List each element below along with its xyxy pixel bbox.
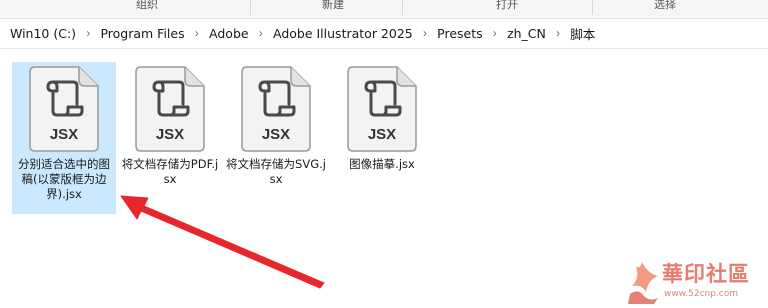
file-type-label: JSX: [156, 126, 184, 143]
chevron-right-icon[interactable]: ›: [187, 26, 207, 42]
chevron-right-icon[interactable]: ›: [548, 26, 568, 42]
breadcrumb-item-scripts[interactable]: 脚本: [568, 24, 597, 43]
file-name[interactable]: 将文档存储为PDF.jsx: [120, 157, 220, 187]
watermark-url: www.52cnp.com: [664, 289, 739, 299]
ribbon-group-new[interactable]: 新建: [322, 0, 344, 12]
watermark-title: 華印社區: [662, 261, 750, 286]
breadcrumb-item-drive[interactable]: Win10 (C:): [8, 26, 78, 41]
ribbon-divider: [402, 0, 403, 15]
breadcrumb-item-adobe[interactable]: Adobe: [207, 26, 251, 41]
script-scroll-icon: JSX: [135, 66, 205, 152]
file-type-label: JSX: [50, 126, 78, 143]
chevron-right-icon[interactable]: ›: [251, 26, 271, 42]
file-item[interactable]: JSX 将文档存储为SVG.jsx: [224, 62, 328, 214]
ribbon: 组织 新建 打开 选择: [0, 0, 768, 19]
ribbon-divider: [592, 0, 593, 15]
watermark: 華印社區 www.52cnp.com: [624, 256, 762, 306]
script-scroll-icon: JSX: [241, 66, 311, 152]
breadcrumb-item-program-files[interactable]: Program Files: [98, 26, 186, 41]
script-scroll-icon: JSX: [29, 66, 99, 152]
ribbon-divider: [250, 0, 251, 15]
file-name[interactable]: 将文档存储为SVG.jsx: [226, 157, 326, 187]
chevron-right-icon[interactable]: ›: [485, 26, 505, 42]
ribbon-group-open[interactable]: 打开: [496, 0, 518, 12]
ribbon-group-select[interactable]: 选择: [654, 0, 676, 12]
file-name[interactable]: 图像描摹.jsx: [332, 157, 432, 172]
file-type-label: JSX: [368, 126, 396, 143]
file-type-label: JSX: [262, 126, 290, 143]
breadcrumb-item-presets[interactable]: Presets: [435, 26, 485, 41]
breadcrumb-item-zh-cn[interactable]: zh_CN: [505, 26, 548, 41]
explorer-window: 组织 新建 打开 选择 Win10 (C:) › Program Files ›…: [0, 0, 768, 308]
chevron-right-icon[interactable]: ›: [78, 26, 98, 42]
chevron-right-icon[interactable]: ›: [415, 26, 435, 42]
watermark-logo-icon: [628, 262, 658, 304]
breadcrumb-item-illustrator[interactable]: Adobe Illustrator 2025: [271, 26, 415, 41]
file-item[interactable]: JSX 分别适合选中的图稿(以蒙版框为边界).jsx: [12, 62, 116, 214]
file-item[interactable]: JSX 将文档存储为PDF.jsx: [118, 62, 222, 214]
script-scroll-icon: JSX: [347, 66, 417, 152]
file-name[interactable]: 分别适合选中的图稿(以蒙版框为边界).jsx: [14, 157, 114, 202]
breadcrumb[interactable]: Win10 (C:) › Program Files › Adobe › Ado…: [0, 19, 768, 49]
file-item[interactable]: JSX 图像描摹.jsx: [330, 62, 434, 214]
ribbon-group-organize[interactable]: 组织: [136, 0, 158, 12]
